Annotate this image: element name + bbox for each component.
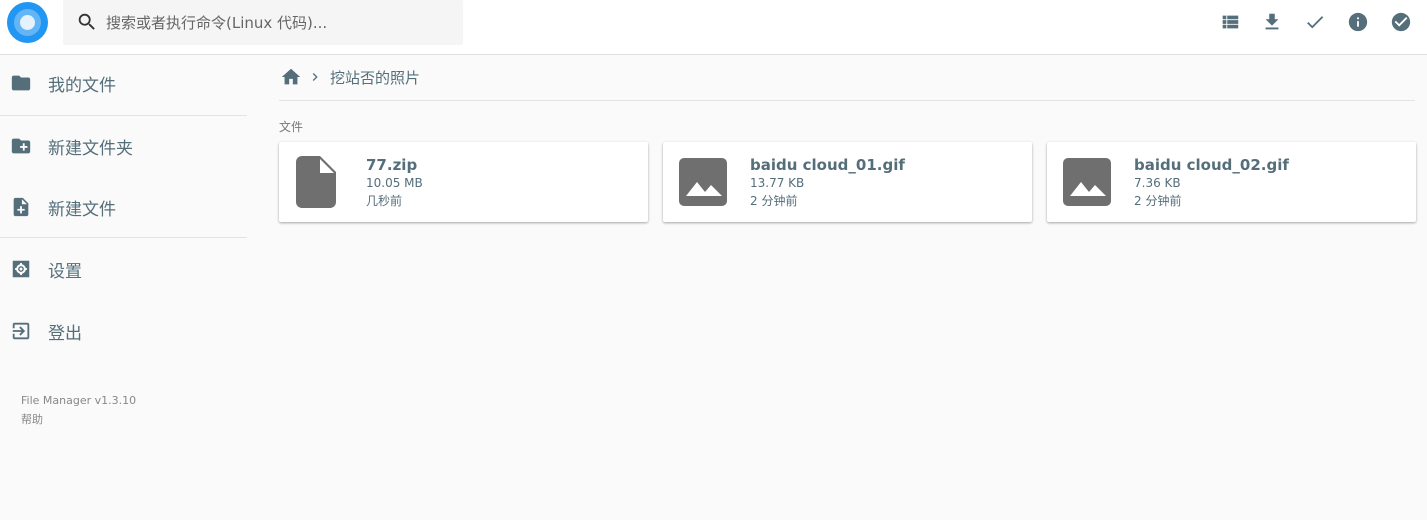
check-circle-icon — [1391, 12, 1411, 32]
divider — [0, 115, 247, 116]
exit-icon — [12, 322, 30, 340]
info-icon — [1348, 12, 1368, 32]
file-modified: 2 分钟前 — [750, 194, 798, 208]
search-icon — [78, 13, 95, 30]
sidebar-item-logout[interactable]: 登出 — [0, 303, 247, 359]
download-button[interactable] — [1261, 11, 1283, 33]
sidebar-item-new-folder[interactable]: 新建文件夹 — [0, 118, 247, 174]
breadcrumb-current[interactable]: 挖站否的照片 — [330, 67, 420, 88]
file-size: 10.05 MB — [366, 176, 423, 190]
file-size: 13.77 KB — [750, 176, 805, 190]
sidebar: 我的文件 新建文件夹 新建文件 设置 登出 File Manager v1.3.… — [0, 55, 247, 520]
file-modified: 2 分钟前 — [1134, 194, 1182, 208]
search-input[interactable] — [106, 0, 456, 45]
file-size: 7.36 KB — [1134, 176, 1181, 190]
sidebar-item-label: 新建文件 — [48, 199, 116, 220]
sidebar-item-label: 新建文件夹 — [48, 138, 133, 159]
file-item[interactable]: baidu cloud_02.gif 7.36 KB 2 分钟前 — [1047, 142, 1416, 222]
file-name: baidu cloud_02.gif — [1134, 156, 1289, 174]
list-view-button[interactable] — [1219, 11, 1241, 33]
check-icon — [1307, 16, 1324, 29]
download-icon — [1265, 13, 1279, 30]
select-all-button[interactable] — [1390, 11, 1412, 33]
header — [0, 0, 1427, 55]
divider — [0, 237, 247, 238]
sidebar-item-settings[interactable]: 设置 — [0, 241, 247, 297]
section-title: 文件 — [279, 120, 304, 134]
sidebar-item-label: 设置 — [48, 261, 82, 282]
file-name: 77.zip — [366, 156, 418, 174]
folder-icon — [11, 75, 31, 91]
create-folder-icon — [11, 138, 31, 154]
breadcrumb: 挖站否的照片 — [279, 63, 1415, 101]
image-icon — [1063, 158, 1111, 206]
file-modified: 几秒前 — [366, 194, 403, 208]
chevron-right-icon — [312, 73, 318, 81]
file-icon — [296, 156, 336, 208]
sidebar-item-new-file[interactable]: 新建文件 — [0, 179, 247, 235]
file-item[interactable]: 77.zip 10.05 MB 几秒前 — [279, 142, 648, 222]
file-item[interactable]: baidu cloud_01.gif 13.77 KB 2 分钟前 — [663, 142, 1032, 222]
select-button[interactable] — [1304, 11, 1326, 33]
search-box[interactable] — [63, 0, 463, 45]
view-list-icon — [1222, 15, 1239, 29]
info-button[interactable] — [1347, 11, 1369, 33]
home-icon[interactable] — [279, 66, 303, 88]
sidebar-item-my-files[interactable]: 我的文件 — [0, 55, 247, 111]
image-icon — [679, 158, 727, 206]
logo-core — [20, 15, 35, 30]
settings-icon — [12, 260, 30, 278]
sidebar-item-label: 登出 — [48, 323, 82, 344]
note-add-icon — [13, 197, 29, 217]
file-name: baidu cloud_01.gif — [750, 156, 905, 174]
logo[interactable] — [7, 2, 48, 43]
version-text: File Manager v1.3.10 — [21, 394, 137, 407]
help-link[interactable]: 帮助 — [21, 411, 43, 427]
sidebar-item-label: 我的文件 — [48, 75, 116, 96]
